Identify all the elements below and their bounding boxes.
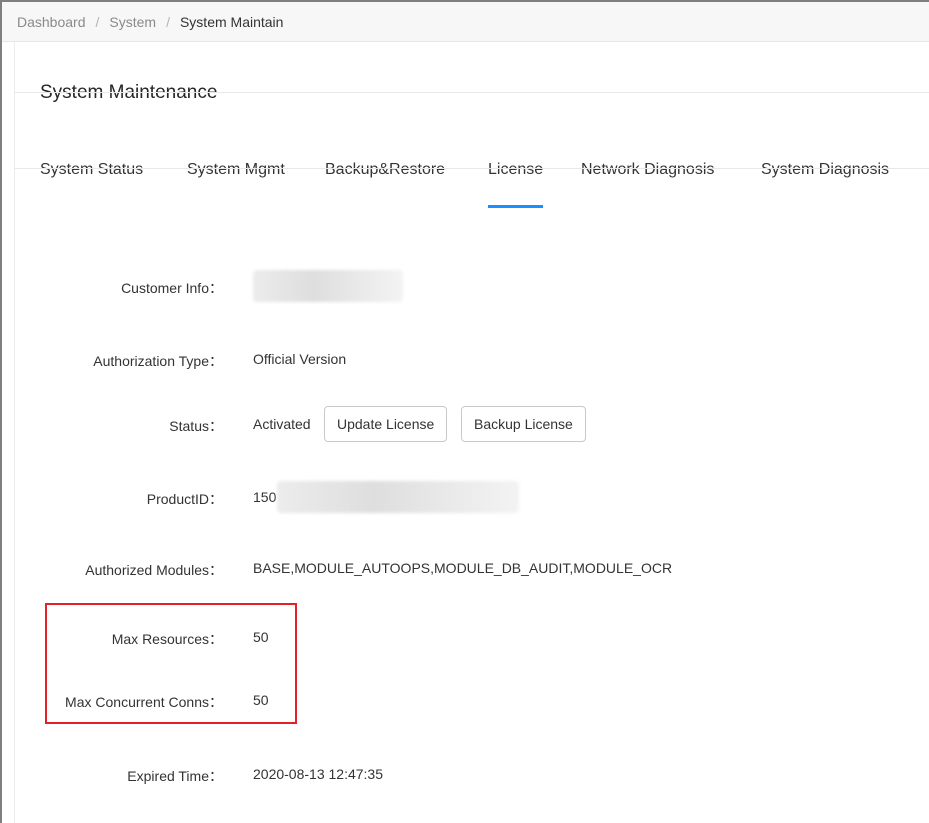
expired-time-label: Expired Time： xyxy=(127,768,223,784)
authorization-type-row: Authorization Type： Official Version xyxy=(15,341,929,377)
product-id-value: 150 xyxy=(253,489,277,505)
breadcrumb: Dashboard / System / System Maintain xyxy=(2,2,929,42)
expired-time-value: 2020-08-13 12:47:35 xyxy=(253,766,383,782)
status-row: Status： Activated Update License Backup … xyxy=(15,406,929,442)
authorized-modules-label: Authorized Modules： xyxy=(85,562,223,578)
breadcrumb-separator: / xyxy=(166,13,170,30)
authorized-modules-row: Authorized Modules： BASE,MODULE_AUTOOPS,… xyxy=(15,550,929,586)
tab-bar: System Status System Mgmt Backup&Restore… xyxy=(15,132,929,208)
tabs-divider xyxy=(14,168,929,169)
tab-system-diagnosis[interactable]: System Diagnosis xyxy=(761,161,889,179)
authorization-type-label: Authorization Type： xyxy=(93,353,223,369)
status-value: Activated xyxy=(253,416,311,432)
tab-system-status[interactable]: System Status xyxy=(40,161,143,179)
breadcrumb-system-maintain: System Maintain xyxy=(179,13,284,30)
app-frame: Dashboard / System / System Maintain Sys… xyxy=(0,0,929,823)
breadcrumb-system[interactable]: System xyxy=(109,14,156,30)
breadcrumb-separator: / xyxy=(95,13,100,30)
page-title: System Maintenance xyxy=(40,82,218,103)
redacted-product-id xyxy=(277,481,519,513)
product-id-label: ProductID： xyxy=(146,491,223,507)
product-id-row: ProductID： 150 xyxy=(15,479,929,515)
redacted-customer-info xyxy=(253,270,403,302)
tab-network-diagnosis[interactable]: Network Diagnosis xyxy=(581,161,714,179)
backup-license-button[interactable]: Backup License xyxy=(461,406,586,442)
customer-info-label: Customer Info： xyxy=(121,280,223,296)
authorized-modules-value: BASE,MODULE_AUTOOPS,MODULE_DB_AUDIT,MODU… xyxy=(253,560,673,576)
tab-license[interactable]: License xyxy=(488,161,544,208)
header-divider xyxy=(14,92,929,93)
update-license-button[interactable]: Update License xyxy=(324,406,448,442)
breadcrumb-dashboard[interactable]: Dashboard xyxy=(17,14,86,30)
expired-time-row: Expired Time： 2020-08-13 12:47:35 xyxy=(15,756,929,792)
status-label: Status： xyxy=(169,418,223,434)
highlight-annotation-box xyxy=(45,603,297,724)
authorization-type-value: Official Version xyxy=(253,351,347,367)
tab-system-mgmt[interactable]: System Mgmt xyxy=(187,161,285,179)
tab-backup-restore[interactable]: Backup&Restore xyxy=(325,161,445,179)
customer-info-row: Customer Info： xyxy=(15,268,929,304)
